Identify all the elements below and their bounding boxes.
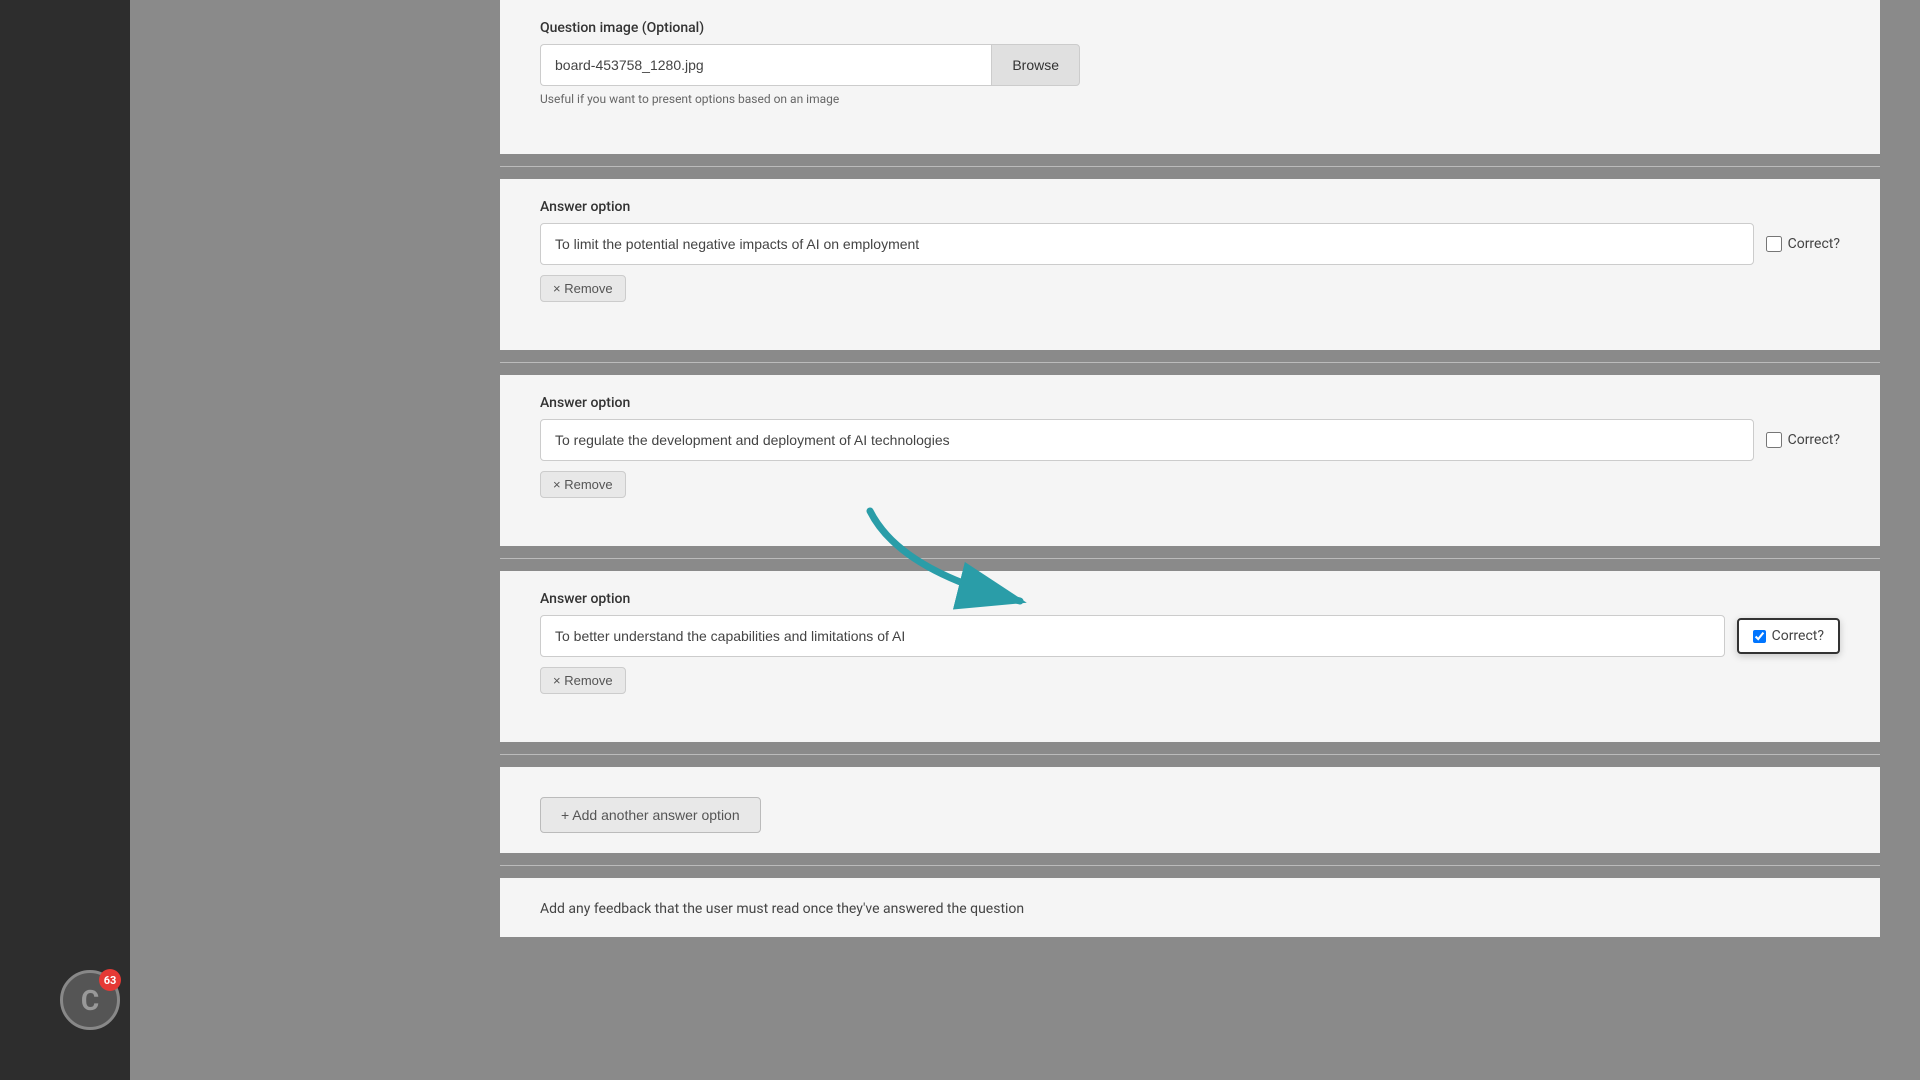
divider-5 — [500, 865, 1880, 866]
correct-label-2: Correct? — [1788, 432, 1840, 448]
answer-input-row-3: Correct? — [540, 615, 1840, 657]
add-answer-button[interactable]: + Add another answer option — [540, 797, 761, 833]
remove-button-1[interactable]: × Remove — [540, 275, 626, 302]
remove-button-3[interactable]: × Remove — [540, 667, 626, 694]
correct-checkbox-wrap-2: Correct? — [1766, 432, 1840, 448]
notification-badge: 63 — [99, 969, 121, 991]
add-answer-section: + Add another answer option — [500, 767, 1880, 853]
answer-field-2: Answer option Correct? × Remove — [540, 395, 1840, 498]
answer-input-row-1: Correct? — [540, 223, 1840, 265]
answer-option-label-1: Answer option — [540, 199, 1840, 215]
question-image-section: Question image (Optional) Browse Useful … — [500, 0, 1880, 154]
correct-label-1: Correct? — [1788, 236, 1840, 252]
question-image-input[interactable] — [540, 44, 991, 86]
answer-option-section-2: Answer option Correct? × Remove — [500, 375, 1880, 546]
divider-1 — [500, 166, 1880, 167]
answer-option-label-3: Answer option — [540, 591, 1840, 607]
notification-circle[interactable]: C 63 — [60, 970, 120, 1030]
correct-highlight-box: Correct? — [1737, 618, 1840, 654]
divider-2 — [500, 362, 1880, 363]
answer-option-label-2: Answer option — [540, 395, 1840, 411]
correct-checkbox-wrap-1: Correct? — [1766, 236, 1840, 252]
answer-option-section-1: Answer option Correct? × Remove — [500, 179, 1880, 350]
correct-label-3: Correct? — [1772, 628, 1824, 644]
correct-checkbox-2[interactable] — [1766, 432, 1782, 448]
content-area: Question image (Optional) Browse Useful … — [460, 0, 1920, 1080]
divider-4 — [500, 754, 1880, 755]
answer-input-2[interactable] — [540, 419, 1754, 461]
divider-3 — [500, 558, 1880, 559]
answer-input-3[interactable] — [540, 615, 1725, 657]
main-content: Question image (Optional) Browse Useful … — [130, 0, 1920, 1080]
notification-letter: C — [81, 984, 99, 1017]
answer-input-row-2: Correct? — [540, 419, 1840, 461]
file-input-row: Browse — [540, 44, 1080, 86]
answer-input-1[interactable] — [540, 223, 1754, 265]
feedback-hint-text: Add any feedback that the user must read… — [540, 901, 1024, 917]
answer-field-1: Answer option Correct? × Remove — [540, 199, 1840, 302]
remove-button-2[interactable]: × Remove — [540, 471, 626, 498]
question-image-label: Question image (Optional) — [540, 20, 1840, 36]
notification-widget[interactable]: C 63 — [60, 970, 130, 1040]
left-sidebar — [0, 0, 130, 1080]
correct-checkbox-1[interactable] — [1766, 236, 1782, 252]
correct-checkbox-3[interactable] — [1753, 630, 1766, 643]
answer-field-3: Answer option Correct? × Remove — [540, 591, 1840, 694]
browse-button[interactable]: Browse — [991, 44, 1080, 86]
question-image-field: Question image (Optional) Browse Useful … — [540, 20, 1840, 106]
answer-option-section-3: Answer option Correct? × Remove — [500, 571, 1880, 742]
feedback-section: Add any feedback that the user must read… — [500, 878, 1880, 937]
image-helper-text: Useful if you want to present options ba… — [540, 92, 1840, 106]
